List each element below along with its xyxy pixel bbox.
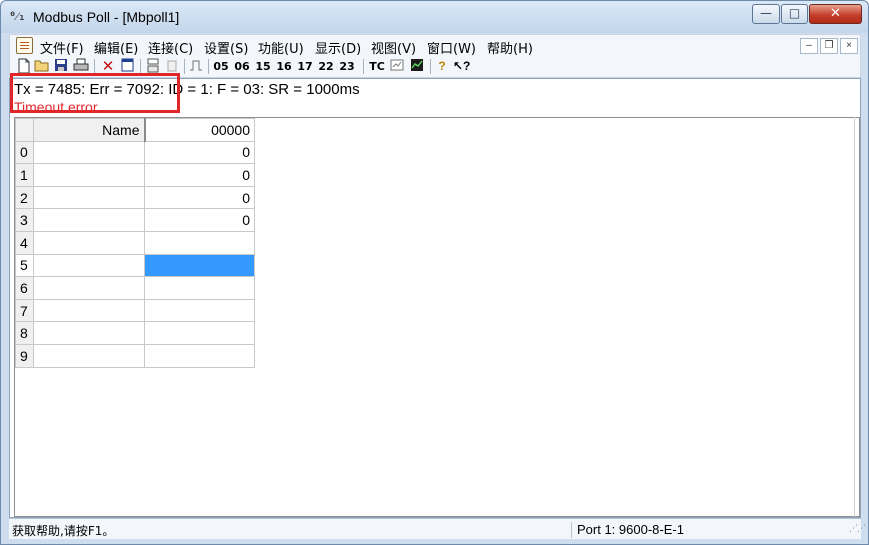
row-index[interactable]: 5 xyxy=(15,253,34,278)
mdi-close-button[interactable]: × xyxy=(840,38,858,54)
maximize-button[interactable]: □ xyxy=(781,4,808,24)
fc-22-button[interactable]: 22 xyxy=(317,58,335,75)
chart-icon[interactable] xyxy=(409,58,425,75)
table-header-row: Name 00000 xyxy=(15,118,255,142)
fc-16-button[interactable]: 16 xyxy=(275,58,293,75)
table-row-selected: 5 xyxy=(15,253,255,278)
name-column-header[interactable]: Name xyxy=(33,118,146,142)
table-row: 0 0 xyxy=(15,140,255,165)
name-cell[interactable] xyxy=(33,343,145,368)
fc-23-button[interactable]: 23 xyxy=(338,58,356,75)
name-cell[interactable] xyxy=(33,208,145,232)
menu-bar: 文件(F) 编辑(E) 连接(C) 设置(S) 功能(U) 显示(D) 视图(V… xyxy=(9,34,861,57)
toolbar-separator xyxy=(430,59,431,74)
toolbar-separator xyxy=(363,59,364,74)
name-cell[interactable] xyxy=(33,185,145,210)
help-hint-text: 获取帮助,请按F1。 xyxy=(12,524,115,538)
name-cell[interactable] xyxy=(33,321,145,345)
table-row: 3 0 xyxy=(15,208,255,232)
row-index[interactable]: 2 xyxy=(15,185,34,210)
name-cell[interactable] xyxy=(33,253,145,278)
value-cell[interactable] xyxy=(144,321,255,345)
value-cell[interactable] xyxy=(144,230,255,255)
status-bar: 获取帮助,请按F1。 Port 1: 9600-8-E-1 ⋰⋰ xyxy=(9,518,866,539)
tc-button[interactable]: TC xyxy=(368,58,386,75)
table-row: 4 xyxy=(15,230,255,255)
value-cell[interactable] xyxy=(144,298,255,323)
value-cell[interactable]: 0 xyxy=(144,185,255,210)
menu-setup[interactable]: 设置(S) xyxy=(204,38,248,57)
modbus-app-icon[interactable]: ⁰⁄₁ xyxy=(9,9,27,25)
name-cell[interactable] xyxy=(33,298,145,323)
grid-right-edge xyxy=(854,117,860,517)
window-title: Modbus Poll - [Mbpoll1] xyxy=(33,9,180,25)
row-index[interactable]: 8 xyxy=(15,321,34,345)
value-cell[interactable]: 0 xyxy=(144,163,255,187)
toolbar-separator xyxy=(184,59,185,74)
value-cell[interactable] xyxy=(144,343,255,368)
close-button[interactable]: ✕ xyxy=(809,4,862,24)
name-cell[interactable] xyxy=(33,230,145,255)
toolbar-separator xyxy=(94,59,95,74)
resize-grip-icon[interactable]: ⋰⋰ xyxy=(849,523,866,534)
row-index[interactable]: 0 xyxy=(15,140,34,165)
fc-06-button[interactable]: 06 xyxy=(233,58,251,75)
row-index[interactable]: 4 xyxy=(15,230,34,255)
document-menu-icon[interactable] xyxy=(16,37,33,54)
value-cell[interactable]: 0 xyxy=(144,208,255,232)
row-index[interactable]: 1 xyxy=(15,163,34,187)
menu-view[interactable]: 视图(V) xyxy=(371,38,416,57)
menu-display[interactable]: 显示(D) xyxy=(315,38,361,57)
row-index[interactable]: 3 xyxy=(15,208,34,232)
table-row: 6 xyxy=(15,276,255,300)
grid-corner-cell[interactable] xyxy=(15,118,34,142)
address-column-header[interactable]: 00000 xyxy=(144,118,255,142)
app-window: ⁰⁄₁ Modbus Poll - [Mbpoll1] — □ ✕ 文件(F) … xyxy=(0,0,869,545)
help-icon[interactable]: ? xyxy=(434,58,450,75)
name-cell[interactable] xyxy=(33,140,145,165)
menu-connection[interactable]: 连接(C) xyxy=(148,38,193,57)
toolbar-separator xyxy=(140,59,141,74)
table-row: 2 0 xyxy=(15,185,255,210)
register-table: Name 00000 0 0 1 0 2 0 3 0 4 5 6 7 8 9 xyxy=(15,118,255,368)
annotation-highlight-box xyxy=(10,73,180,113)
row-index[interactable]: 7 xyxy=(15,298,34,323)
menu-edit[interactable]: 编辑(E) xyxy=(94,38,138,57)
row-index[interactable]: 6 xyxy=(15,276,34,300)
table-row: 1 0 xyxy=(15,163,255,187)
pulse-icon[interactable] xyxy=(188,58,204,75)
name-cell[interactable] xyxy=(33,276,145,300)
value-cell[interactable]: 0 xyxy=(144,140,255,165)
title-bar[interactable]: ⁰⁄₁ Modbus Poll - [Mbpoll1] — □ ✕ xyxy=(1,1,868,33)
toolbar-separator xyxy=(208,59,209,74)
table-row: 9 xyxy=(15,343,255,368)
mdi-restore-button[interactable]: ❐ xyxy=(820,38,838,54)
fc-17-button[interactable]: 17 xyxy=(296,58,314,75)
register-grid: Name 00000 0 0 1 0 2 0 3 0 4 5 6 7 8 9 xyxy=(14,117,860,517)
menu-help[interactable]: 帮助(H) xyxy=(487,38,533,57)
menu-functions[interactable]: 功能(U) xyxy=(258,38,304,57)
row-index[interactable]: 9 xyxy=(15,343,34,368)
table-row: 7 xyxy=(15,298,255,323)
comm-traffic-icon[interactable] xyxy=(389,58,405,75)
fc-05-button[interactable]: 05 xyxy=(212,58,230,75)
table-row: 8 xyxy=(15,321,255,345)
fc-15-button[interactable]: 15 xyxy=(254,58,272,75)
value-cell[interactable] xyxy=(144,276,255,300)
port-status-text: Port 1: 9600-8-E-1 xyxy=(571,522,684,538)
menu-file[interactable]: 文件(F) xyxy=(40,38,84,57)
minimize-button[interactable]: — xyxy=(752,4,780,24)
mdi-minimize-button[interactable]: – xyxy=(800,38,818,54)
name-cell[interactable] xyxy=(33,163,145,187)
menu-window[interactable]: 窗口(W) xyxy=(427,38,476,57)
selected-value-cell[interactable] xyxy=(144,253,255,278)
poll-document: Tx = 7485: Err = 7092: ID = 1: F = 03: S… xyxy=(9,73,861,518)
context-help-icon[interactable]: ↖? xyxy=(453,58,470,75)
